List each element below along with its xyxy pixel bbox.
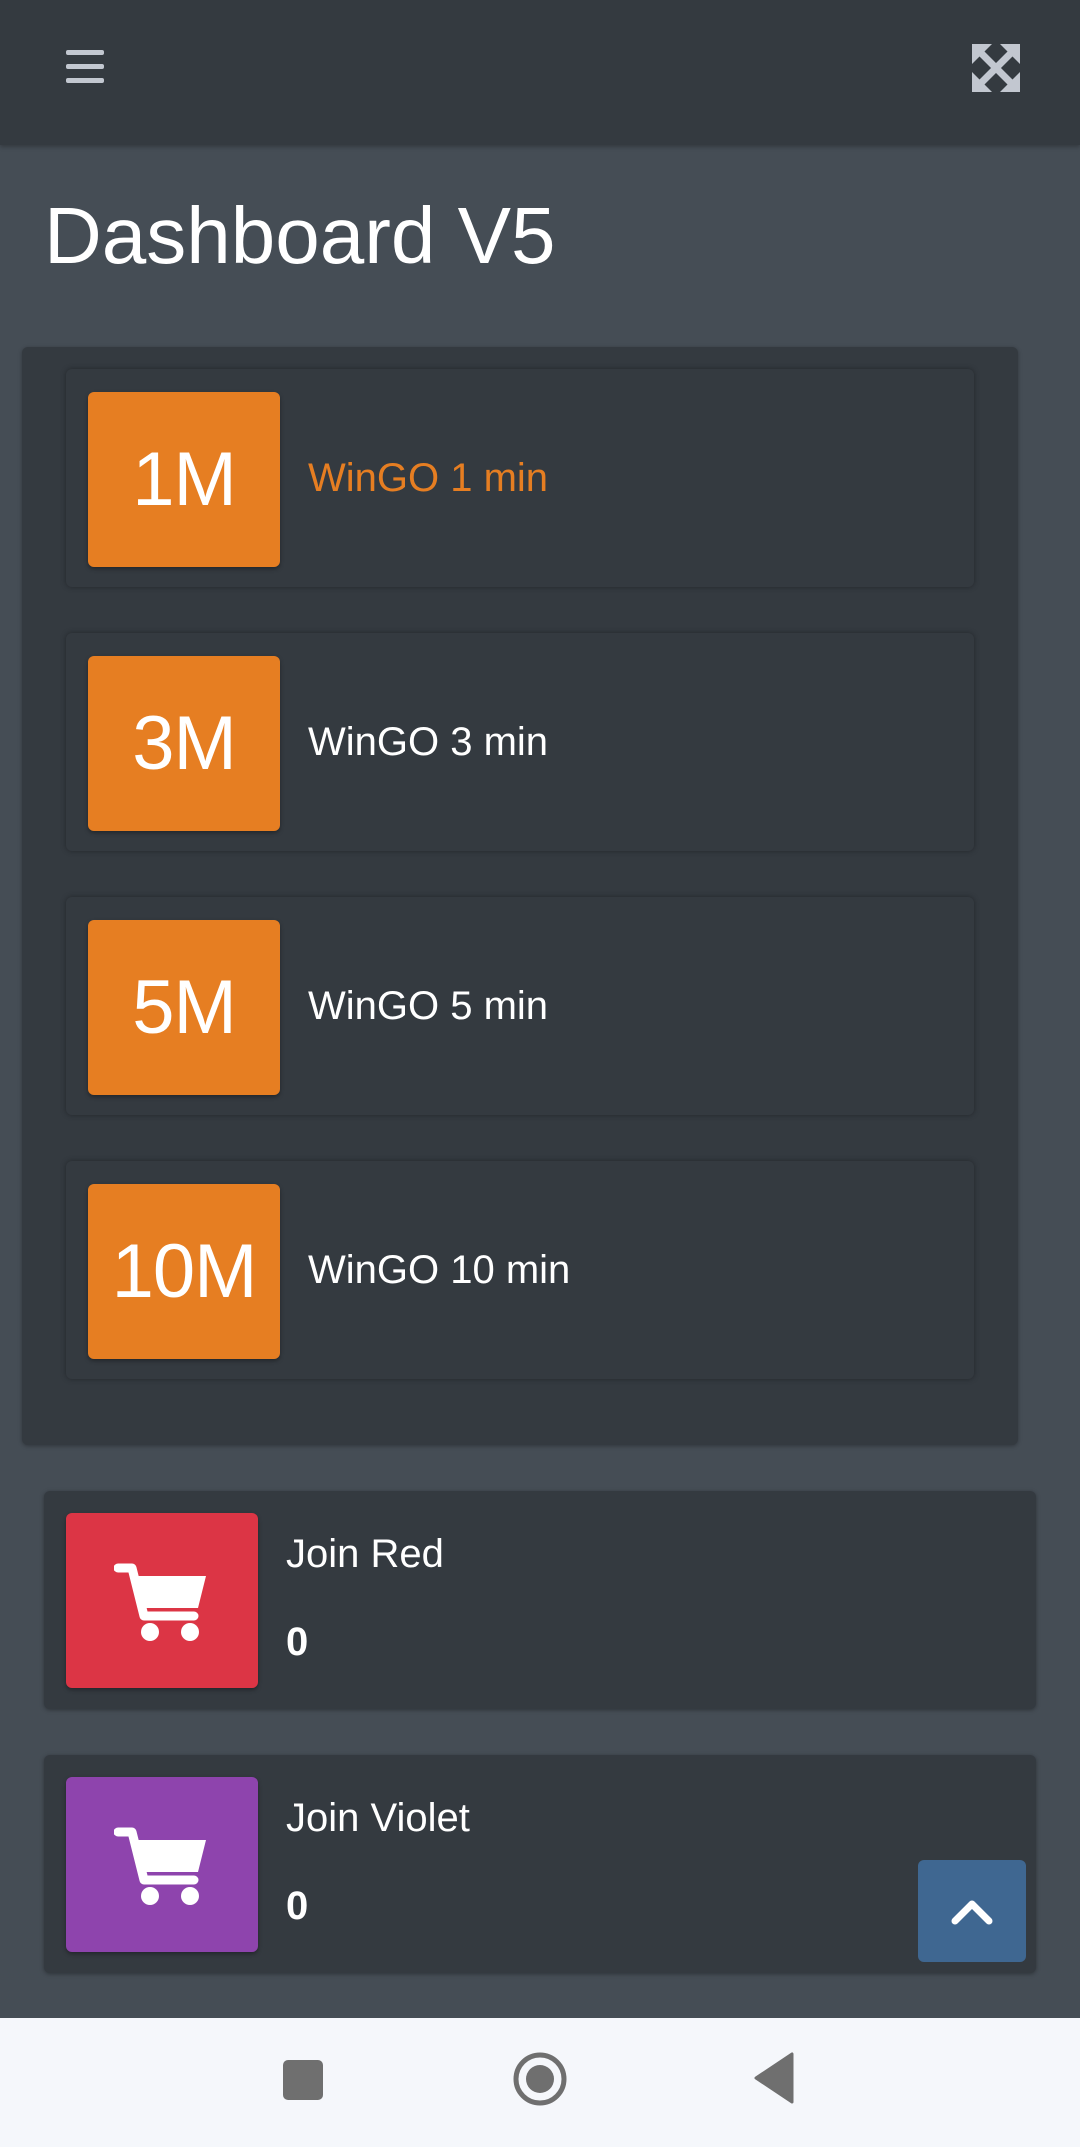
- game-badge: 1M: [88, 392, 280, 567]
- game-label: WinGO 3 min: [308, 720, 549, 764]
- square-icon[interactable]: [283, 2060, 323, 2100]
- join-red-count: 0: [286, 1620, 309, 1664]
- chevron-up-icon: [951, 1900, 993, 1925]
- shopping-cart-icon: [114, 1827, 206, 1905]
- expand-arrows-icon[interactable]: [970, 42, 1022, 94]
- games-card: 1M WinGO 1 min 3M WinGO 3 min 5M WinGO 5…: [22, 347, 1018, 1445]
- join-violet-count: 0: [286, 1884, 309, 1928]
- game-badge: 5M: [88, 920, 280, 1095]
- game-label: WinGO 10 min: [308, 1248, 571, 1292]
- back-to-top-button[interactable]: [918, 1860, 1026, 1962]
- join-violet-box[interactable]: Join Violet 0: [44, 1755, 1036, 1973]
- game-badge: 10M: [88, 1184, 280, 1359]
- game-label: WinGO 5 min: [308, 984, 549, 1028]
- game-badge: 3M: [88, 656, 280, 831]
- join-red-label: Join Red: [286, 1532, 444, 1576]
- game-item-wingo-5-min[interactable]: 5M WinGO 5 min: [66, 897, 974, 1115]
- game-item-wingo-10-min[interactable]: 10M WinGO 10 min: [66, 1161, 974, 1379]
- info-icon-violet: [66, 1777, 258, 1952]
- page-title: Dashboard V5: [44, 191, 556, 280]
- game-item-wingo-1-min[interactable]: 1M WinGO 1 min: [66, 369, 974, 587]
- shopping-cart-icon: [114, 1563, 206, 1641]
- circle-icon[interactable]: [512, 2051, 568, 2107]
- triangle-back-icon[interactable]: [752, 2052, 796, 2104]
- top-navbar: [0, 0, 1080, 145]
- game-label: WinGO 1 min: [308, 456, 549, 500]
- info-icon-red: [66, 1513, 258, 1688]
- join-violet-label: Join Violet: [286, 1796, 470, 1840]
- game-item-wingo-3-min[interactable]: 3M WinGO 3 min: [66, 633, 974, 851]
- hamburger-menu-icon[interactable]: [60, 44, 110, 92]
- join-red-box[interactable]: Join Red 0: [44, 1491, 1036, 1709]
